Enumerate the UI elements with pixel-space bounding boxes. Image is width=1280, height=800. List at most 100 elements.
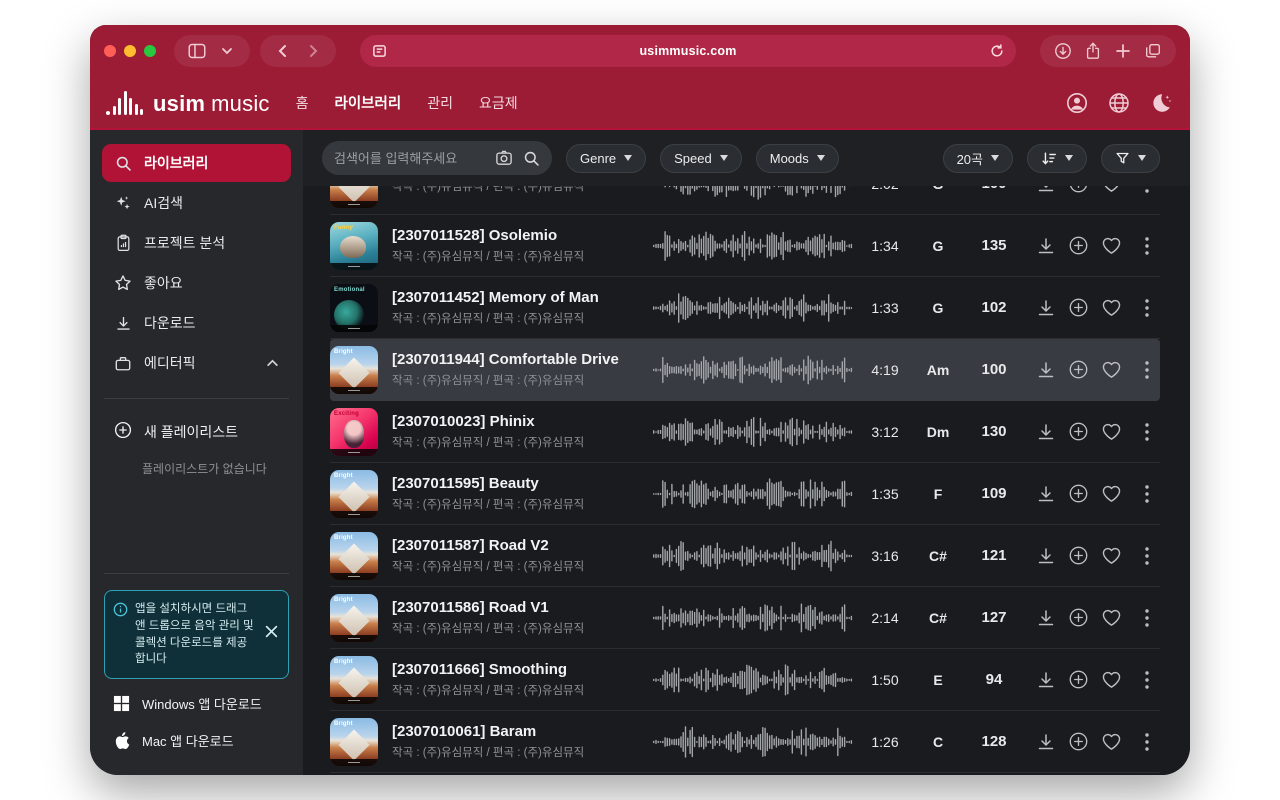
sidebar-toggle-icon[interactable] [184, 39, 210, 63]
track-row[interactable]: Bright[2307010061] Baram작곡 : (주)유심뮤직 / 편… [330, 711, 1160, 773]
add-to-playlist-button[interactable] [1062, 353, 1095, 386]
waveform[interactable] [653, 599, 853, 637]
download-button[interactable] [1029, 477, 1062, 510]
waveform[interactable] [653, 186, 853, 203]
track-row[interactable]: Bright작곡 : (주)유심뮤직 / 편곡 : (주)유심뮤직2:02G10… [330, 186, 1160, 215]
more-button[interactable] [1134, 601, 1160, 634]
sidebar-item-3[interactable]: 좋아요 [102, 264, 291, 302]
more-button[interactable] [1134, 725, 1160, 758]
back-button[interactable] [270, 39, 296, 63]
more-button[interactable] [1134, 186, 1160, 200]
add-to-playlist-button[interactable] [1062, 539, 1095, 572]
waveform[interactable] [653, 413, 853, 451]
download-button[interactable] [1029, 663, 1062, 696]
windows-app-download-link[interactable]: Windows 앱 다운로드 [102, 685, 291, 722]
like-button[interactable] [1095, 663, 1128, 696]
album-art[interactable]: Bright [330, 718, 378, 766]
sidebar-item-2[interactable]: 프로젝트 분석 [102, 224, 291, 262]
add-to-playlist-button[interactable] [1062, 725, 1095, 758]
track-count-dropdown[interactable]: 20곡 [943, 144, 1013, 173]
track-row[interactable]: Bright[2307011586] Road V1작곡 : (주)유심뮤직 /… [330, 587, 1160, 649]
account-icon[interactable] [1064, 90, 1090, 116]
track-row[interactable]: Emotional[2307011452] Memory of Man작곡 : … [330, 277, 1160, 339]
chevron-down-icon[interactable] [214, 39, 240, 63]
minimize-window-button[interactable] [124, 45, 136, 57]
nav-item-3[interactable]: 요금제 [479, 93, 518, 113]
share-icon[interactable] [1080, 39, 1106, 63]
add-to-playlist-button[interactable] [1062, 477, 1095, 510]
album-art[interactable]: Bright [330, 594, 378, 642]
like-button[interactable] [1095, 415, 1128, 448]
track-row[interactable]: Bright[2307011587] Road V2작곡 : (주)유심뮤직 /… [330, 525, 1160, 587]
download-button[interactable] [1029, 186, 1062, 200]
downloads-icon[interactable] [1050, 39, 1076, 63]
more-button[interactable] [1134, 353, 1160, 386]
filter-genre-dropdown[interactable]: Genre [566, 144, 646, 173]
nav-item-0[interactable]: 홈 [296, 93, 309, 113]
more-button[interactable] [1134, 539, 1160, 572]
track-row[interactable]: Bright[2307011666] Smoothing작곡 : (주)유심뮤직… [330, 649, 1160, 711]
waveform[interactable] [653, 351, 853, 389]
like-button[interactable] [1095, 477, 1128, 510]
album-art[interactable]: Emotional [330, 284, 378, 332]
download-button[interactable] [1029, 601, 1062, 634]
search-icon[interactable] [523, 150, 540, 167]
waveform[interactable] [653, 475, 853, 513]
album-art[interactable]: Bright [330, 532, 378, 580]
like-button[interactable] [1095, 725, 1128, 758]
like-button[interactable] [1095, 291, 1128, 324]
tab-overview-icon[interactable] [1140, 39, 1166, 63]
download-button[interactable] [1029, 353, 1062, 386]
zoom-window-button[interactable] [144, 45, 156, 57]
like-button[interactable] [1095, 186, 1128, 200]
album-art[interactable]: Exciting [330, 408, 378, 456]
album-art[interactable]: Bright [330, 656, 378, 704]
sidebar-item-4[interactable]: 다운로드 [102, 304, 291, 342]
waveform[interactable] [653, 227, 853, 265]
waveform[interactable] [653, 289, 853, 327]
track-row[interactable]: Bright[2307011944] Comfortable Drive작곡 :… [330, 339, 1160, 401]
camera-search-icon[interactable] [495, 150, 513, 166]
waveform[interactable] [653, 723, 853, 761]
close-window-button[interactable] [104, 45, 116, 57]
new-tab-icon[interactable] [1110, 39, 1136, 63]
dark-mode-icon[interactable] [1148, 90, 1174, 116]
waveform[interactable] [653, 661, 853, 699]
filter-moods-dropdown[interactable]: Moods [756, 144, 839, 173]
waveform[interactable] [653, 537, 853, 575]
album-art[interactable]: Bright [330, 346, 378, 394]
like-button[interactable] [1095, 353, 1128, 386]
search-box[interactable] [322, 141, 552, 175]
globe-icon[interactable] [1106, 90, 1132, 116]
add-to-playlist-button[interactable] [1062, 291, 1095, 324]
album-art[interactable]: Funny [330, 222, 378, 270]
like-button[interactable] [1095, 539, 1128, 572]
filter-dropdown[interactable] [1101, 144, 1160, 173]
forward-button[interactable] [300, 39, 326, 63]
album-art[interactable]: Bright [330, 186, 378, 208]
sidebar-item-5[interactable]: 에디터픽 [102, 344, 291, 382]
track-row[interactable]: Exciting[2307010023] Phinix작곡 : (주)유심뮤직 … [330, 401, 1160, 463]
sidebar-item-0[interactable]: 라이브러리 [102, 144, 291, 182]
more-button[interactable] [1134, 415, 1160, 448]
like-button[interactable] [1095, 229, 1128, 262]
more-button[interactable] [1134, 291, 1160, 324]
address-bar[interactable]: usimmusic.com [360, 35, 1016, 67]
new-playlist-button[interactable]: 새 플레이리스트 [102, 413, 291, 450]
download-button[interactable] [1029, 291, 1062, 324]
sidebar-item-1[interactable]: AI검색 [102, 184, 291, 222]
album-art[interactable]: Bright [330, 470, 378, 518]
download-button[interactable] [1029, 725, 1062, 758]
nav-item-2[interactable]: 관리 [427, 93, 453, 113]
close-notice-icon[interactable] [265, 625, 278, 644]
add-to-playlist-button[interactable] [1062, 601, 1095, 634]
track-row[interactable]: Funny[2307011528] Osolemio작곡 : (주)유심뮤직 /… [330, 215, 1160, 277]
like-button[interactable] [1095, 601, 1128, 634]
download-button[interactable] [1029, 415, 1062, 448]
download-button[interactable] [1029, 229, 1062, 262]
add-to-playlist-button[interactable] [1062, 186, 1095, 200]
download-button[interactable] [1029, 539, 1062, 572]
more-button[interactable] [1134, 477, 1160, 510]
add-to-playlist-button[interactable] [1062, 229, 1095, 262]
sort-dropdown[interactable] [1027, 144, 1087, 173]
